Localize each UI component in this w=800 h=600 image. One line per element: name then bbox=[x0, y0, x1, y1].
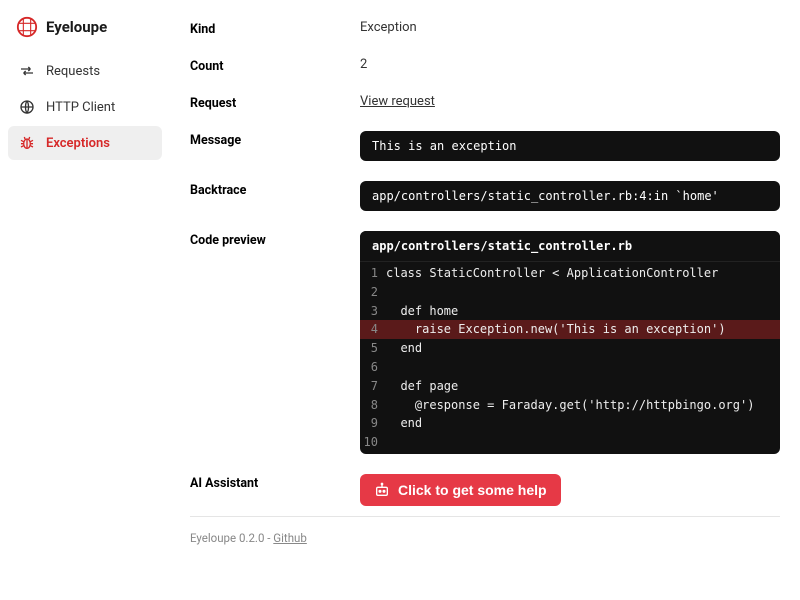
footer-github-link[interactable]: Github bbox=[273, 531, 307, 545]
row-ai: AI Assistant Click to get some help bbox=[190, 474, 780, 506]
code-line: 3 def home bbox=[360, 302, 780, 321]
nav-item-requests[interactable]: Requests bbox=[8, 54, 162, 88]
row-count: Count 2 bbox=[190, 57, 780, 74]
label-request: Request bbox=[190, 94, 360, 111]
code-preview-lines: 1class StaticController < ApplicationCon… bbox=[360, 262, 780, 454]
backtrace-code: app/controllers/static_controller.rb:4:i… bbox=[360, 181, 780, 211]
footer-divider bbox=[190, 516, 780, 517]
row-code-preview: Code preview app/controllers/static_cont… bbox=[190, 231, 780, 454]
footer: Eyeloupe 0.2.0 - Github bbox=[190, 529, 780, 545]
line-number: 9 bbox=[360, 415, 386, 432]
row-request: Request View request bbox=[190, 94, 780, 111]
label-kind: Kind bbox=[190, 20, 360, 37]
message-code: This is an exception bbox=[360, 131, 780, 161]
brand-name: Eyeloupe bbox=[46, 18, 107, 36]
brand-logo-icon bbox=[16, 16, 38, 38]
line-content: raise Exception.new('This is an exceptio… bbox=[386, 321, 780, 338]
line-number: 6 bbox=[360, 359, 386, 376]
line-number: 8 bbox=[360, 397, 386, 414]
ai-help-button[interactable]: Click to get some help bbox=[360, 474, 561, 506]
line-content bbox=[386, 434, 780, 451]
nav-item-label: Requests bbox=[46, 64, 100, 79]
line-number: 10 bbox=[360, 434, 386, 451]
code-line: 7 def page bbox=[360, 377, 780, 396]
line-number: 1 bbox=[360, 265, 386, 282]
footer-version: Eyeloupe 0.2.0 - bbox=[190, 531, 273, 545]
nav-item-exceptions[interactable]: Exceptions bbox=[8, 126, 162, 160]
label-code-preview: Code preview bbox=[190, 231, 360, 248]
robot-icon bbox=[374, 482, 390, 498]
line-number: 7 bbox=[360, 378, 386, 395]
code-line: 2 bbox=[360, 283, 780, 302]
line-content: end bbox=[386, 415, 780, 432]
ai-help-button-label: Click to get some help bbox=[398, 482, 547, 498]
label-count: Count bbox=[190, 57, 360, 74]
code-line: 1class StaticController < ApplicationCon… bbox=[360, 264, 780, 283]
line-content: end bbox=[386, 340, 780, 357]
code-preview-panel: app/controllers/static_controller.rb 1cl… bbox=[360, 231, 780, 454]
row-message: Message This is an exception bbox=[190, 131, 780, 161]
line-content bbox=[386, 284, 780, 301]
line-number: 4 bbox=[360, 321, 386, 338]
view-request-link[interactable]: View request bbox=[360, 94, 435, 109]
line-content: def page bbox=[386, 378, 780, 395]
code-line: 9 end bbox=[360, 414, 780, 433]
line-content: class StaticController < ApplicationCont… bbox=[386, 265, 780, 282]
line-number: 5 bbox=[360, 340, 386, 357]
line-number: 3 bbox=[360, 303, 386, 320]
code-line: 5 end bbox=[360, 339, 780, 358]
nav-item-label: HTTP Client bbox=[46, 100, 115, 115]
sidebar: Eyeloupe Requests HTTP Client Exceptions bbox=[0, 0, 170, 600]
code-preview-file: app/controllers/static_controller.rb bbox=[360, 231, 780, 262]
bug-icon bbox=[18, 134, 36, 152]
code-line: 10 bbox=[360, 433, 780, 452]
brand: Eyeloupe bbox=[8, 12, 162, 54]
label-message: Message bbox=[190, 131, 360, 148]
value-count: 2 bbox=[360, 57, 780, 72]
code-line: 8 @response = Faraday.get('http://httpbi… bbox=[360, 396, 780, 415]
value-kind: Exception bbox=[360, 20, 780, 35]
row-backtrace: Backtrace app/controllers/static_control… bbox=[190, 181, 780, 211]
line-content: @response = Faraday.get('http://httpbing… bbox=[386, 397, 780, 414]
line-number: 2 bbox=[360, 284, 386, 301]
label-ai: AI Assistant bbox=[190, 474, 360, 491]
nav-item-http-client[interactable]: HTTP Client bbox=[8, 90, 162, 124]
code-line: 4 raise Exception.new('This is an except… bbox=[360, 320, 780, 339]
main-content: Kind Exception Count 2 Request View requ… bbox=[170, 0, 800, 600]
line-content: def home bbox=[386, 303, 780, 320]
code-line: 6 bbox=[360, 358, 780, 377]
globe-icon bbox=[18, 98, 36, 116]
line-content bbox=[386, 359, 780, 376]
row-kind: Kind Exception bbox=[190, 20, 780, 37]
nav-item-label: Exceptions bbox=[46, 136, 110, 151]
arrows-horizontal-icon bbox=[18, 62, 36, 80]
sidebar-nav: Requests HTTP Client Exceptions bbox=[8, 54, 162, 160]
label-backtrace: Backtrace bbox=[190, 181, 360, 198]
